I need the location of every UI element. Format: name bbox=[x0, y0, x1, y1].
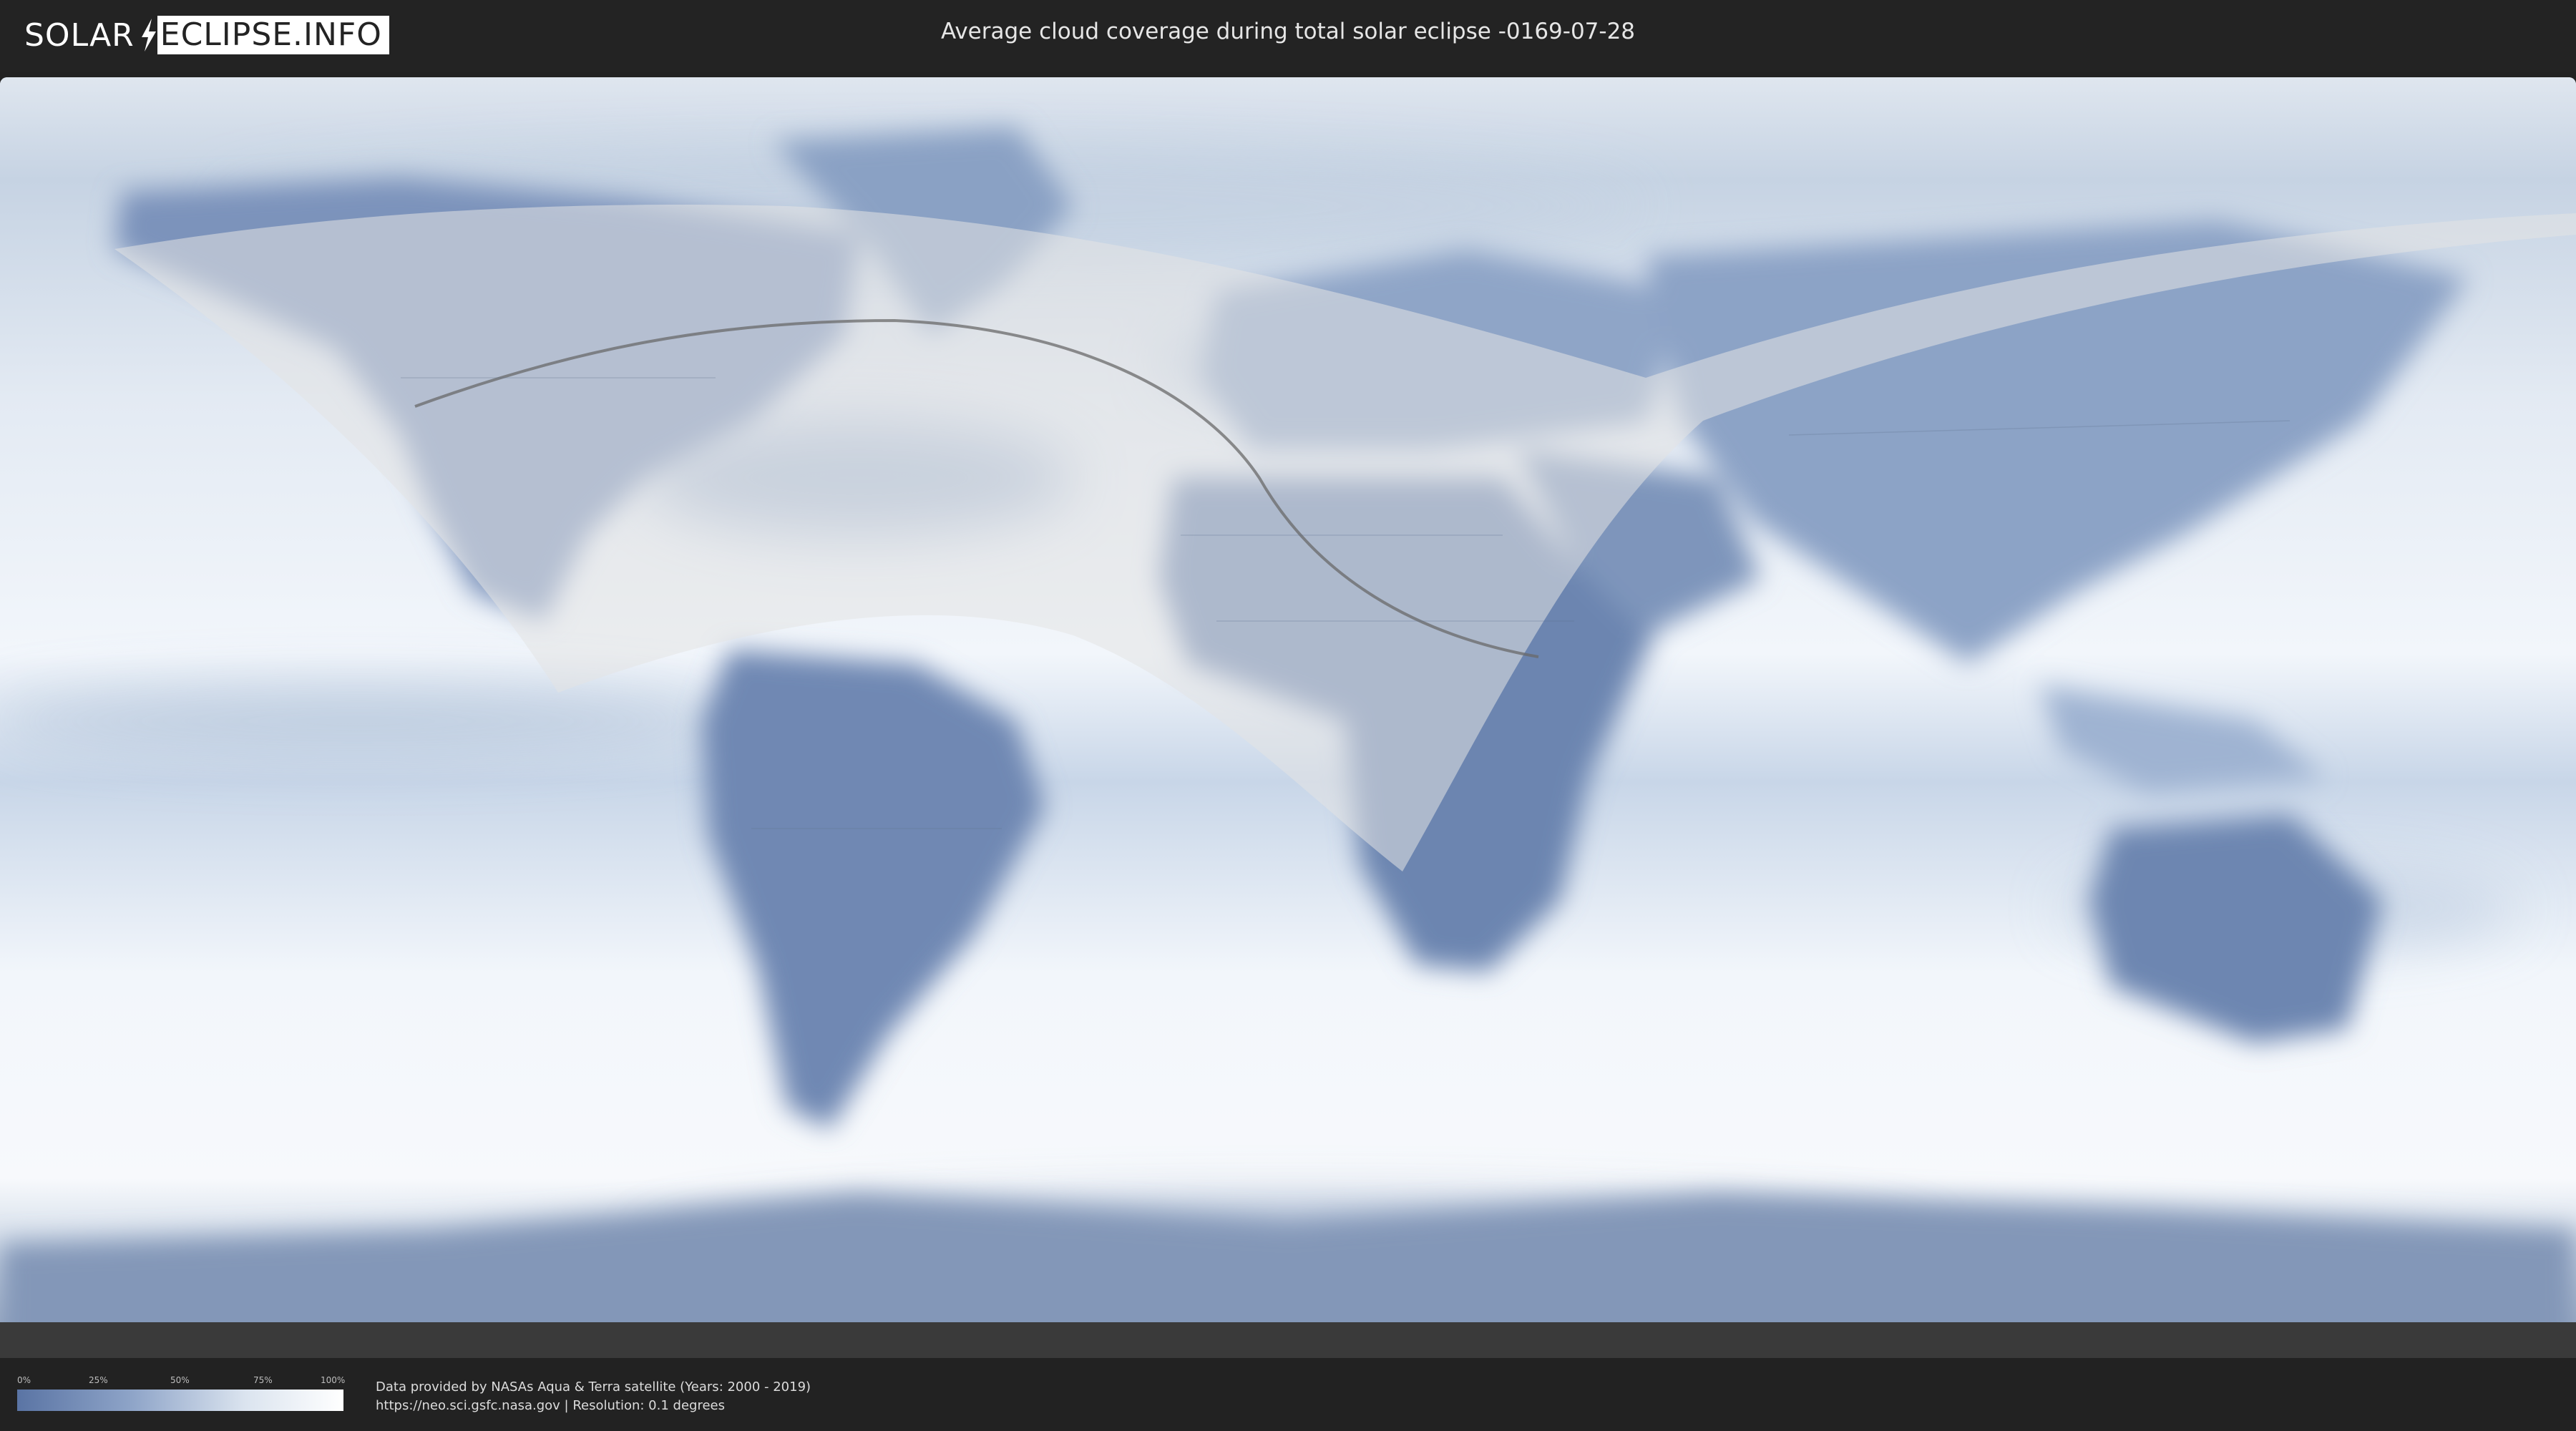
map-bottom-rim bbox=[0, 1322, 2576, 1358]
legend-tick-0: 0% bbox=[17, 1375, 31, 1385]
legend-tick-25: 25% bbox=[89, 1375, 108, 1385]
header-bar: SOLAR ECLIPSE.INFO Average cloud coverag… bbox=[0, 0, 2576, 72]
legend-ticks: 0% 25% 50% 75% 100% bbox=[17, 1375, 346, 1387]
cloud-coverage-map[interactable] bbox=[0, 77, 2576, 1358]
legend-tick-100: 100% bbox=[321, 1375, 346, 1385]
world-map bbox=[0, 77, 2576, 1358]
credit-line-url: https://neo.sci.gsfc.nasa.gov | Resoluti… bbox=[376, 1398, 725, 1413]
legend-tick-75: 75% bbox=[253, 1375, 273, 1385]
data-credit: Data provided by NASAs Aqua & Terra sate… bbox=[376, 1378, 811, 1415]
credit-line-source: Data provided by NASAs Aqua & Terra sate… bbox=[376, 1379, 811, 1395]
legend-tick-50: 50% bbox=[170, 1375, 190, 1385]
legend-color-bar bbox=[17, 1390, 343, 1411]
page-title: Average cloud coverage during total sola… bbox=[940, 19, 1636, 44]
